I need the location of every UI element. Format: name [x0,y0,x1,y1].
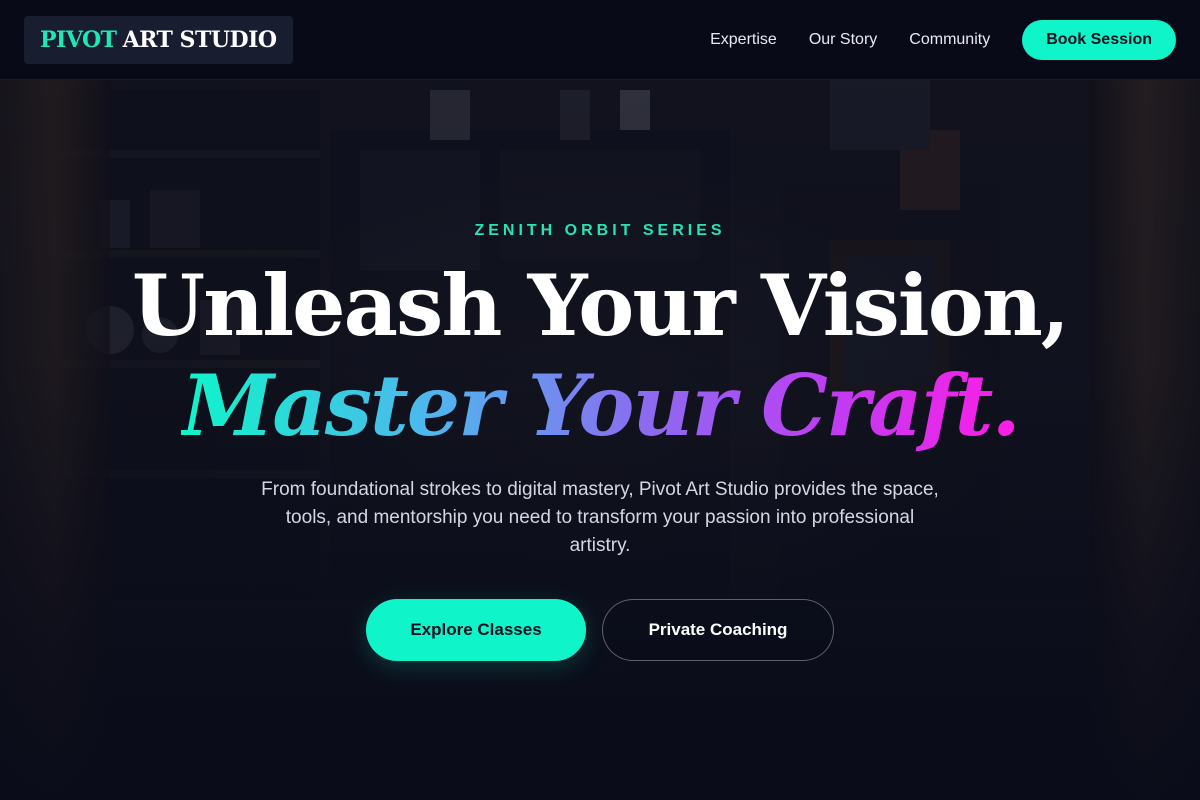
brand-logo[interactable]: PIVOT ART STUDIO [24,16,293,64]
hero-description: From foundational strokes to digital mas… [261,479,939,556]
logo-rest-text: ART STUDIO [122,27,277,53]
hero-eyebrow: ZENITH ORBIT SERIES [474,222,726,239]
nav-link-our-story[interactable]: Our Story [809,31,877,49]
main-nav: Expertise Our Story Community Book Sessi… [710,20,1176,60]
logo-accent-text: PIVOT [40,27,117,53]
nav-link-community[interactable]: Community [909,31,990,49]
hero-headline: Unleash Your Vision, [131,256,1070,355]
explore-classes-button[interactable]: Explore Classes [366,599,586,661]
hero-section: ZENITH ORBIT SERIES Unleash Your Vision,… [0,80,1200,800]
site-header: PIVOT ART STUDIO Expertise Our Story Com… [0,0,1200,80]
hero-headline-accent: Master Your Craft. [0,358,1200,454]
private-coaching-button[interactable]: Private Coaching [602,599,834,661]
nav-link-expertise[interactable]: Expertise [710,31,777,49]
hero-headline-gradient-text: Master Your Craft. [181,356,1020,455]
book-session-button[interactable]: Book Session [1022,20,1176,60]
hero-cta-group: Explore Classes Private Coaching [0,599,1200,661]
